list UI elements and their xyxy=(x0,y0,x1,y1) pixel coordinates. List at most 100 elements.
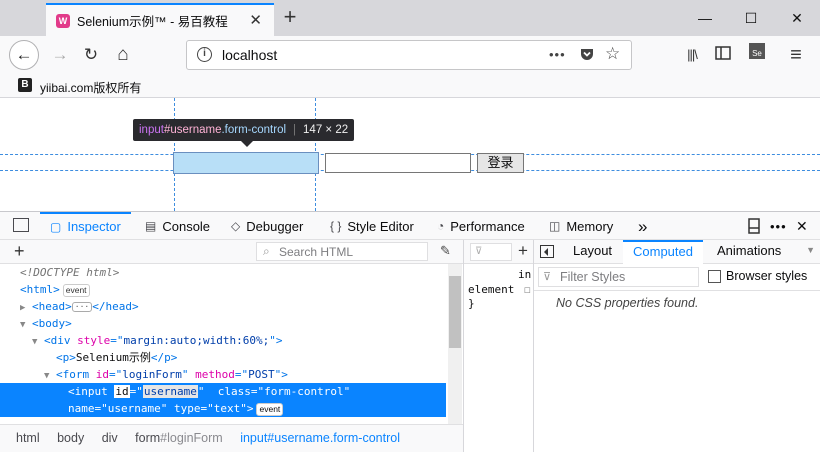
breadcrumb-id: #loginForm xyxy=(160,431,223,445)
empty-message: No CSS properties found. xyxy=(556,296,699,310)
tab-inspector[interactable]: ▢ Inspector xyxy=(40,212,131,240)
body-tag: body xyxy=(38,317,66,330)
tab-style-editor[interactable]: { } Style Editor xyxy=(330,212,414,240)
rules-filter-input[interactable]: ⊽ xyxy=(470,243,512,261)
breadcrumb-item-html[interactable]: html xyxy=(16,431,40,445)
rules-toolbar: ⊽ + xyxy=(464,240,534,264)
tab-performance[interactable]: ◔ Performance xyxy=(437,212,525,240)
rule-text-fragment: in xyxy=(518,268,532,281)
markup-node-head[interactable]: ▶ <head> ··· </head> xyxy=(0,298,446,315)
devtools-overflow-icon[interactable]: ••• xyxy=(770,212,787,240)
tab-memory[interactable]: ◫ Memory xyxy=(549,212,613,240)
markup-node-input-selected[interactable]: <input id="username" class="form-control… xyxy=(0,383,446,417)
login-button[interactable]: 登录 xyxy=(477,153,524,173)
breadcrumb-item-input[interactable]: input#username.form-control xyxy=(240,431,400,445)
input-name-value: username xyxy=(107,402,161,415)
pocket-icon[interactable] xyxy=(579,46,595,65)
collapsed-ellipsis-icon[interactable]: ··· xyxy=(71,302,93,312)
tab-computed[interactable]: Computed xyxy=(623,240,703,265)
markup-node-html[interactable]: <html> event xyxy=(0,281,446,298)
style-editor-icon: { } xyxy=(330,218,342,233)
tab-performance-label: Performance xyxy=(450,218,525,234)
tab-close-icon[interactable]: ✕ xyxy=(249,11,262,29)
breadcrumb: html body div form#loginForm input#usern… xyxy=(0,424,463,452)
page-actions-icon[interactable]: ••• xyxy=(549,47,566,62)
tab-memory-label: Memory xyxy=(566,218,614,234)
url-bar[interactable]: i localhost ••• ☆ xyxy=(186,40,632,70)
add-rule-button[interactable]: + xyxy=(518,240,528,262)
site-info-icon[interactable]: i xyxy=(197,47,212,62)
breadcrumb-item-div[interactable]: div xyxy=(102,431,118,445)
input-type-attr: type xyxy=(173,402,201,415)
library-icon[interactable]: |||\ xyxy=(680,42,704,68)
tabs-dropdown-icon[interactable]: ▼ xyxy=(806,245,815,255)
input-id-value[interactable]: username xyxy=(142,385,198,398)
tooltip-tag: input xyxy=(139,124,164,136)
input-class-attr: class xyxy=(217,385,251,398)
bookmark-star-icon[interactable]: ☆ xyxy=(605,44,620,64)
reload-button[interactable]: ↻ xyxy=(79,42,103,68)
home-button[interactable]: ⌂ xyxy=(111,42,135,68)
toggle-pane-icon[interactable] xyxy=(540,245,554,258)
menu-button[interactable]: ≡ xyxy=(784,42,808,68)
element-picker-icon[interactable] xyxy=(13,218,29,232)
input-class-value: form-control xyxy=(264,385,344,398)
markup-scrollbar-thumb[interactable] xyxy=(449,276,461,348)
breadcrumb-item-body[interactable]: body xyxy=(57,431,84,445)
form-method-attr: method xyxy=(195,368,235,381)
markup-node-form[interactable]: ▼ <form id="loginForm" method="POST"> xyxy=(0,366,446,383)
markup-node-div[interactable]: ▼ <div style="margin:auto;width:60%;"> xyxy=(0,332,446,349)
breadcrumb-tag: input xyxy=(240,431,268,445)
page-content: 登录 input #username .form-control | 147 × 2… xyxy=(0,98,820,211)
breadcrumb-item-form[interactable]: form#loginForm xyxy=(135,431,223,445)
event-badge[interactable]: event xyxy=(256,402,284,416)
search-html-input[interactable]: ⌕ Search HTML xyxy=(256,242,428,261)
bookmarks-toolbar: B yiibai.com版权所有 xyxy=(0,74,820,98)
sidebar-tabs: Layout Computed Animations ▼ xyxy=(534,240,820,265)
devtools-close-icon[interactable]: ✕ xyxy=(796,212,808,240)
sidebar-pane: Layout Computed Animations ▼ ⊽ Filter St… xyxy=(533,240,820,452)
selenium-ide-icon[interactable]: Se xyxy=(745,42,769,68)
url-text[interactable]: localhost xyxy=(222,47,277,63)
more-tools-button[interactable]: » xyxy=(638,212,647,240)
tab-animations[interactable]: Animations xyxy=(707,240,791,264)
console-icon: ▤ xyxy=(145,218,157,233)
event-badge[interactable]: event xyxy=(62,283,90,297)
username-input-highlighted[interactable] xyxy=(173,152,319,174)
markup-node-p[interactable]: <p>Selenium示例</p> xyxy=(0,349,446,366)
eyedropper-icon[interactable]: ✎ xyxy=(440,243,451,259)
tooltip-class: .form-control xyxy=(221,124,287,136)
markup-tree: <!DOCTYPE html> <html> event ▶ <head> ··· </… xyxy=(0,264,463,424)
tab-console[interactable]: ▤ Console xyxy=(145,212,210,240)
password-input[interactable] xyxy=(325,153,471,173)
p-close-tag: p xyxy=(164,351,171,364)
maximize-button[interactable]: ☐ xyxy=(728,0,774,36)
bookmark-item[interactable]: yiibai.com版权所有 xyxy=(40,79,141,96)
add-node-button[interactable]: + xyxy=(14,240,25,262)
head-close-tag: head xyxy=(105,300,132,313)
new-tab-button[interactable]: + xyxy=(278,3,302,33)
browser-styles-checkbox[interactable] xyxy=(708,270,721,283)
close-window-button[interactable]: ✕ xyxy=(774,0,820,36)
input-id-attr[interactable]: id xyxy=(114,385,130,398)
form-id-value: loginForm xyxy=(122,368,182,381)
browser-styles-label: Browser styles xyxy=(726,269,808,283)
dock-options-icon[interactable] xyxy=(748,212,760,240)
tab-inspector-label: Inspector xyxy=(67,219,121,234)
forward-button[interactable]: → xyxy=(48,42,72,68)
devtools-toolbar: ▢ Inspector ▤ Console ◇ Debugger { } Sty… xyxy=(0,212,820,240)
minimize-button[interactable]: — xyxy=(682,0,728,36)
back-button[interactable]: ← xyxy=(9,40,39,70)
form-tag: form xyxy=(62,368,90,381)
form-method-value: POST xyxy=(248,368,275,381)
tab-layout[interactable]: Layout xyxy=(563,240,622,264)
tooltip-dimensions: 147 × 22 xyxy=(303,124,349,136)
browser-tab[interactable]: W Selenium示例™ - 易百教程 ✕ xyxy=(46,3,274,36)
tab-debugger[interactable]: ◇ Debugger xyxy=(231,212,303,240)
markup-node-body[interactable]: ▼ <body> xyxy=(0,315,446,332)
filter-styles-input[interactable]: ⊽ Filter Styles xyxy=(538,267,699,287)
markup-doctype[interactable]: <!DOCTYPE html> xyxy=(0,264,446,281)
sidebar-toggle-icon[interactable] xyxy=(711,42,735,68)
rule-element-selector: element xyxy=(468,283,515,296)
tooltip-id: #username xyxy=(163,124,222,136)
